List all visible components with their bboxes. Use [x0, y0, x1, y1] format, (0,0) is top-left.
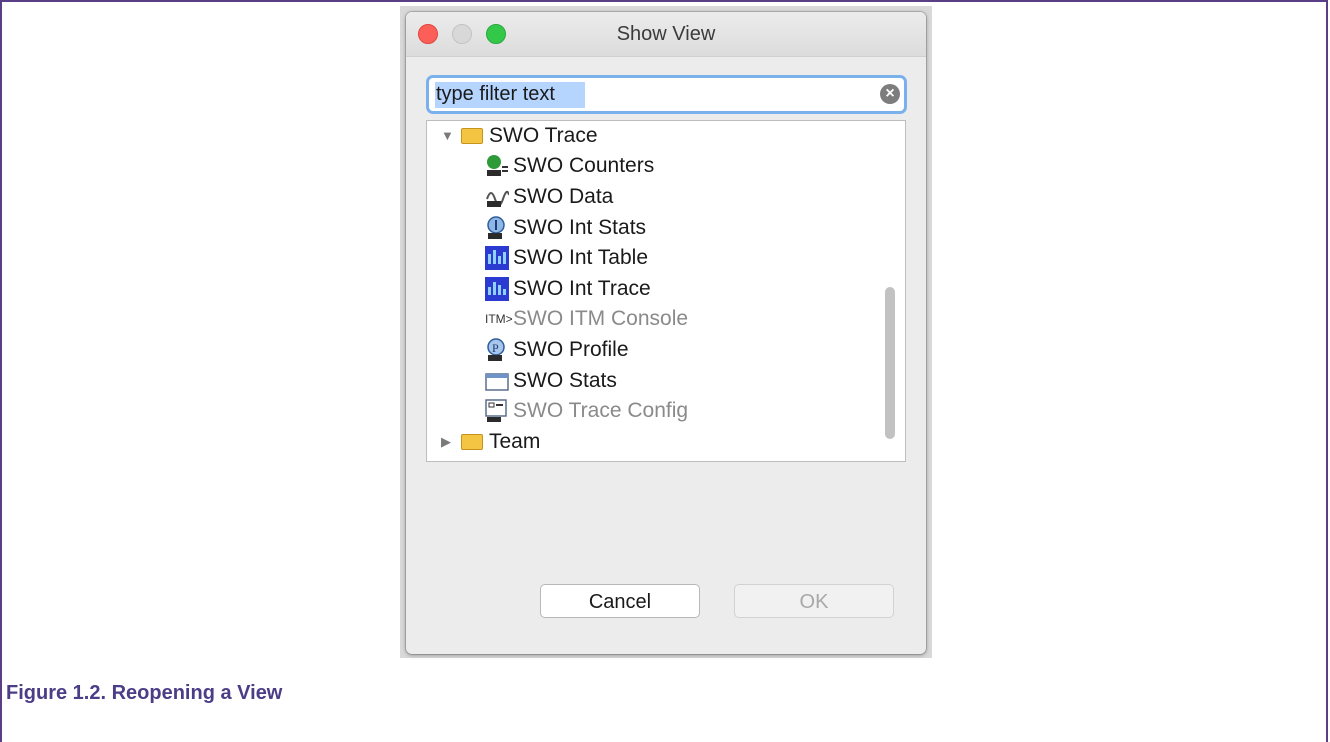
filter-field[interactable]: ×	[426, 75, 907, 114]
window-icon	[485, 373, 509, 391]
swo-int-stats-icon	[487, 216, 505, 239]
title-bar: Show View	[406, 12, 926, 57]
tree-item-label: SWO Stats	[513, 369, 617, 392]
ok-button[interactable]: OK	[734, 584, 894, 618]
swo-profile-icon: P	[487, 338, 505, 361]
swo-int-table-icon	[485, 246, 509, 270]
tree-scrollbar[interactable]	[885, 287, 895, 439]
window-title: Show View	[616, 23, 716, 45]
itm-icon: ITM>	[485, 312, 513, 326]
swo-config-icon	[485, 399, 507, 422]
folder-closed-icon	[461, 434, 483, 450]
tree-folder-label: SWO Trace	[489, 124, 598, 147]
figure-caption: Figure 1.2. Reopening a View	[6, 682, 283, 704]
swo-data-icon	[486, 190, 509, 207]
tree-item-label: SWO Profile	[513, 338, 629, 361]
tree-item-label: SWO Trace Config	[513, 399, 689, 422]
swo-counters-icon	[487, 155, 508, 176]
svg-text:P: P	[492, 341, 499, 355]
swo-int-trace-icon	[485, 277, 509, 301]
tree-item-label: SWO Int Stats	[513, 216, 647, 239]
cancel-button[interactable]: Cancel	[540, 584, 700, 618]
tree-item-label: SWO Data	[513, 185, 614, 208]
clear-filter-icon[interactable]: ×	[880, 84, 900, 104]
tree-item-label: SWO Counters	[513, 154, 655, 177]
tree-item-label: SWO Int Trace	[513, 277, 651, 300]
tree-item-label: SWO Int Table	[513, 246, 649, 269]
view-tree[interactable]: ▼ SWO Trace SWO Counters SWO Data SWO In…	[426, 120, 906, 462]
show-view-dialog: Show View × ▼ SWO Trace SWO Counters SWO	[406, 12, 926, 654]
tree-folder-label: Team	[489, 430, 541, 453]
tree-item-label: SWO ITM Console	[513, 307, 689, 330]
collapsed-triangle-icon[interactable]: ▶	[441, 427, 451, 457]
folder-open-icon	[461, 128, 483, 144]
filter-input[interactable]	[432, 79, 880, 109]
expanded-triangle-icon[interactable]: ▼	[441, 121, 454, 151]
